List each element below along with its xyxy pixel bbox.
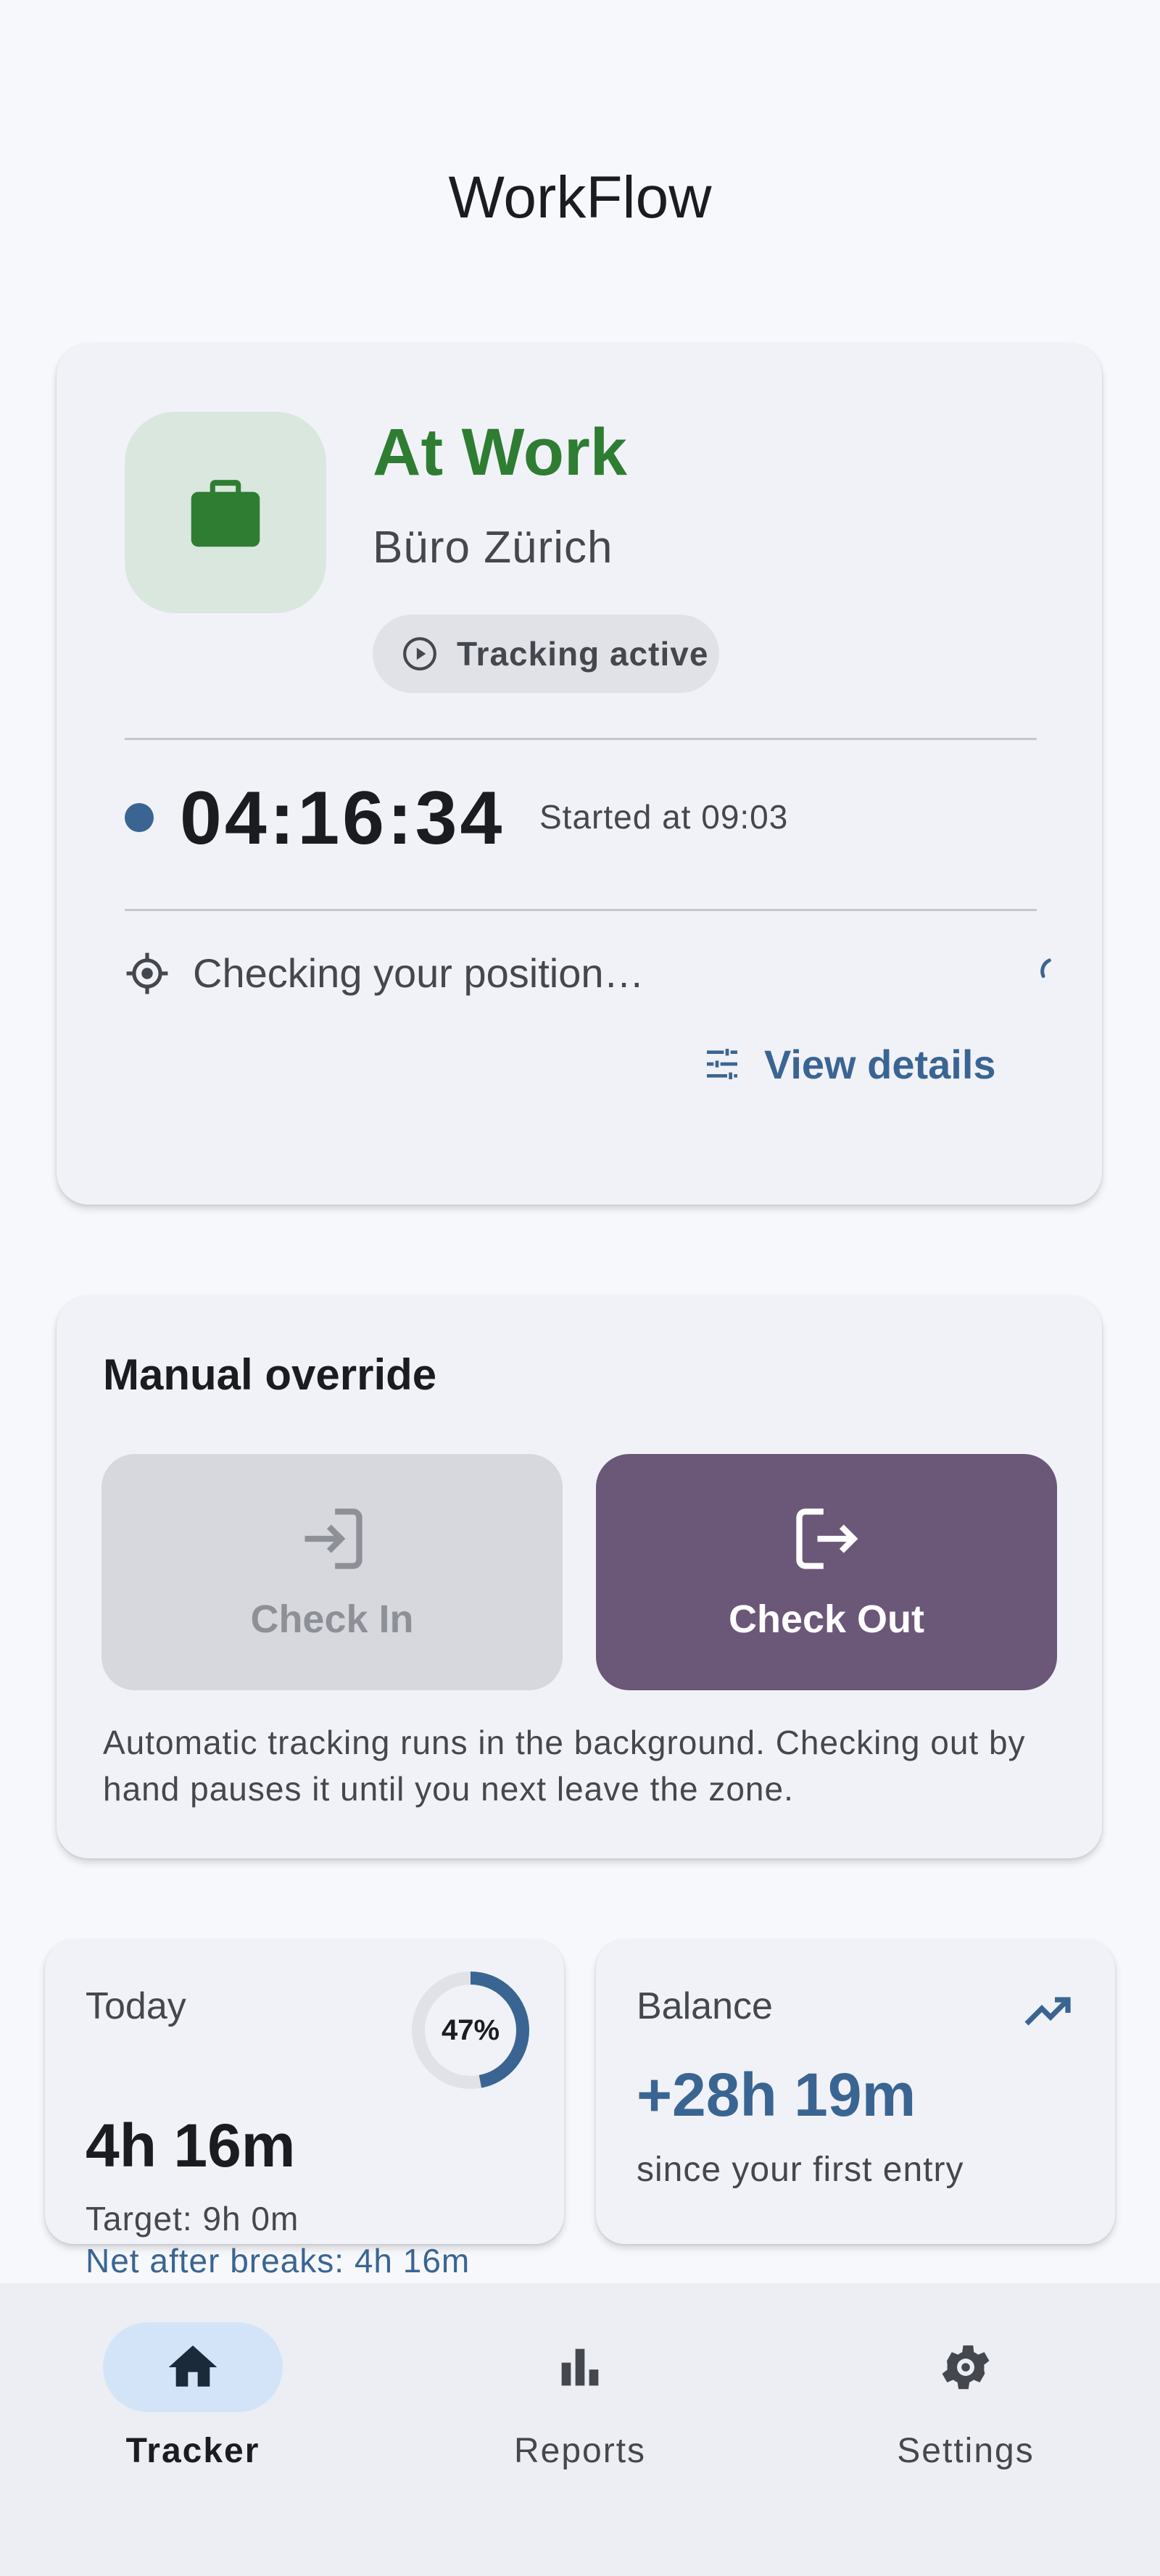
play-circle-icon: [403, 637, 436, 670]
live-indicator-dot: [125, 803, 154, 832]
check-out-label: Check Out: [728, 1597, 925, 1641]
briefcase-icon: [191, 480, 260, 547]
status-title: At Work: [373, 415, 627, 489]
logout-icon: [796, 1508, 858, 1569]
home-icon: [168, 2346, 218, 2387]
divider: [125, 909, 1037, 911]
gps-status-text: Checking your position…: [193, 950, 645, 996]
tracking-status-chip: Tracking active: [373, 615, 719, 693]
nav-label-reports: Reports: [513, 2432, 647, 2470]
nav-item-tracker[interactable]: Tracker: [62, 2322, 323, 2511]
tune-icon: [707, 1049, 737, 1079]
today-label: Today: [86, 1985, 186, 2027]
started-time: Started at 09:03: [539, 798, 789, 836]
today-card[interactable]: Today 47% 4h 16m Target: 9h 0m Net after…: [45, 1940, 564, 2280]
loading-spinner-icon: [1040, 958, 1051, 979]
bar-chart-icon: [561, 2348, 599, 2386]
view-details-button[interactable]: View details: [702, 1035, 996, 1093]
elapsed-timer: 04:16:34: [180, 776, 505, 860]
bottom-navigation: Tracker Reports Settings: [0, 2283, 1160, 2576]
view-details-label: View details: [764, 1041, 996, 1087]
check-in-label: Check In: [250, 1597, 414, 1641]
today-target: Target: 9h 0m: [86, 2200, 299, 2238]
nav-icon-container: [876, 2322, 1056, 2412]
balance-card[interactable]: Balance +28h 19m since your first entry: [596, 1940, 1115, 2244]
status-icon-box: [125, 412, 326, 613]
today-net: Net after breaks: 4h 16m: [86, 2242, 471, 2280]
app-title: WorkFlow: [448, 165, 712, 230]
divider: [125, 738, 1037, 740]
nav-active-indicator: [103, 2322, 283, 2412]
nav-icon-container: [490, 2322, 670, 2412]
status-card: At Work Büro Zürich Tracking active 04:1…: [57, 344, 1102, 1205]
trending-up-icon: [1024, 1997, 1071, 2026]
nav-label-tracker: Tracker: [125, 2432, 260, 2470]
gps-target-icon: [126, 952, 168, 994]
nav-label-settings: Settings: [897, 2432, 1035, 2470]
check-out-button[interactable]: Check Out: [596, 1454, 1057, 1690]
balance-label: Balance: [637, 1985, 773, 2027]
override-title: Manual override: [103, 1350, 437, 1399]
nav-item-settings[interactable]: Settings: [835, 2322, 1096, 2511]
nav-item-reports[interactable]: Reports: [450, 2322, 710, 2511]
override-note: Automatic tracking runs in the backgroun…: [103, 1724, 1026, 1808]
status-location: Büro Zürich: [373, 523, 613, 573]
balance-value: +28h 19m: [637, 2061, 916, 2129]
today-hours: 4h 16m: [86, 2111, 296, 2180]
gear-icon: [942, 2345, 990, 2390]
check-in-button[interactable]: Check In: [102, 1454, 563, 1690]
tracking-chip-label: Tracking active: [457, 635, 709, 673]
manual-override-card: Manual override Check In Check Out Autom…: [57, 1296, 1102, 1858]
tracker-screen: WorkFlow At Work Büro Zürich Tracking ac…: [0, 0, 1160, 2576]
balance-subtitle: since your first entry: [637, 2151, 964, 2189]
login-icon: [304, 1508, 362, 1569]
progress-percent: 47%: [441, 2014, 500, 2046]
